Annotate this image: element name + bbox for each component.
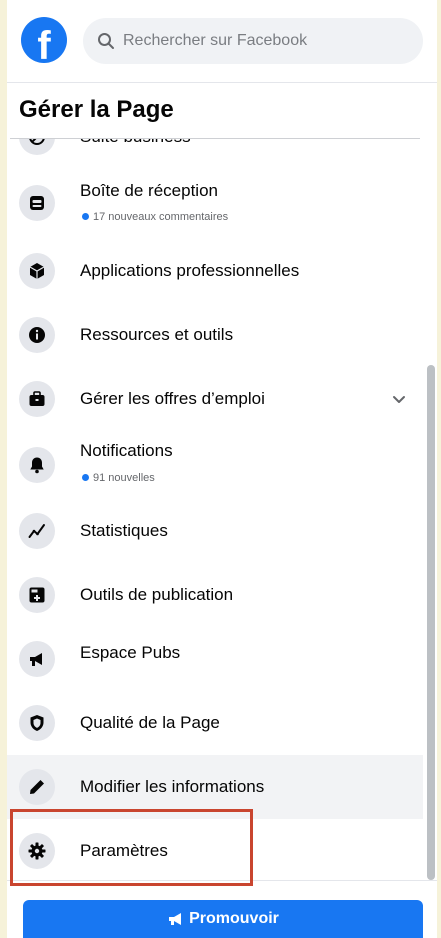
menu-item-ad-center[interactable]: Espace Pubs — [7, 627, 423, 691]
menu-label: Ressources et outils — [80, 325, 234, 344]
search-bar[interactable] — [83, 18, 423, 64]
menu-label: Statistiques — [80, 521, 168, 540]
menu-item-inbox[interactable]: Boîte de réception 17 nouveaux commentai… — [7, 171, 423, 235]
search-icon — [98, 33, 114, 49]
menu-label: Qualité de la Page — [80, 713, 220, 732]
cube-icon — [29, 263, 45, 279]
menu-label: Applications professionnelles — [80, 261, 300, 280]
header-divider — [7, 82, 437, 83]
top-header: f — [7, 0, 437, 82]
shield-icon — [30, 715, 44, 731]
facebook-logo[interactable]: f — [21, 17, 67, 68]
chart-line-icon-wrap — [19, 513, 55, 549]
chevron-down-icon[interactable] — [391, 391, 407, 407]
shield-icon-wrap — [19, 705, 55, 741]
briefcase-icon-wrap — [19, 381, 55, 417]
title-underline — [10, 138, 420, 139]
side-panel: f Gérer la Page Suite business — [7, 0, 437, 938]
menu-list: Suite business Boîte de réception 17 nou… — [7, 139, 437, 879]
menu-label: Notifications — [80, 441, 173, 460]
menu-sublabel: 91 nouvelles — [82, 472, 155, 484]
publishing-icon-wrap — [19, 577, 55, 613]
menu-label: Gérer les offres d’emploi — [80, 389, 265, 408]
menu-item-notifications[interactable]: Notifications 91 nouvelles — [7, 433, 423, 497]
menu-item-insights[interactable]: Statistiques — [7, 499, 423, 563]
megaphone-icon — [30, 653, 42, 666]
menu-label: Modifier les informations — [80, 777, 265, 796]
menu-item-business-apps[interactable]: Applications professionnelles — [7, 239, 423, 303]
bell-icon-wrap — [19, 447, 55, 483]
briefcase-icon — [29, 391, 45, 406]
promote-button[interactable]: Promouvoir — [23, 900, 423, 938]
menu-item-suite-business[interactable]: Suite business — [7, 139, 423, 169]
chart-line-icon — [28, 524, 45, 538]
menu-item-jobs[interactable]: Gérer les offres d’emploi — [7, 367, 423, 431]
unread-dot — [82, 474, 89, 481]
search-input[interactable] — [123, 18, 413, 64]
promote-button-label: Promouvoir — [189, 910, 279, 927]
publishing-icon — [29, 587, 45, 603]
settings-highlight-box — [10, 809, 253, 886]
page-title: Gérer la Page — [19, 96, 174, 123]
menu-label: Suite business — [80, 139, 191, 147]
menu-item-publishing-tools[interactable]: Outils de publication — [7, 563, 423, 627]
bell-icon — [30, 457, 44, 474]
scrollbar-thumb[interactable] — [427, 365, 435, 880]
menu-item-resources[interactable]: Ressources et outils — [7, 303, 423, 367]
cube-icon-wrap — [19, 253, 55, 289]
inbox-icon-wrap — [19, 185, 55, 221]
notifications-count: 91 nouvelles — [93, 472, 155, 484]
info-icon — [29, 327, 45, 343]
menu-label: Boîte de réception — [80, 181, 218, 200]
menu-sublabel: 17 nouveaux commentaires — [82, 211, 228, 223]
unread-dot — [82, 213, 89, 220]
megaphone-icon-wrap — [19, 641, 55, 677]
suite-business-icon — [29, 139, 45, 145]
inbox-unread-count: 17 nouveaux commentaires — [93, 211, 229, 223]
pencil-icon — [30, 780, 44, 794]
pencil-icon-wrap — [19, 769, 55, 805]
menu-item-page-quality[interactable]: Qualité de la Page — [7, 691, 423, 755]
facebook-logo-letter: f — [37, 24, 51, 68]
megaphone-icon — [169, 913, 182, 925]
inbox-icon — [30, 196, 44, 210]
menu-label: Espace Pubs — [80, 643, 181, 662]
info-icon-wrap — [19, 317, 55, 353]
suite-business-icon-wrap — [19, 139, 55, 155]
menu-label: Outils de publication — [80, 585, 234, 604]
